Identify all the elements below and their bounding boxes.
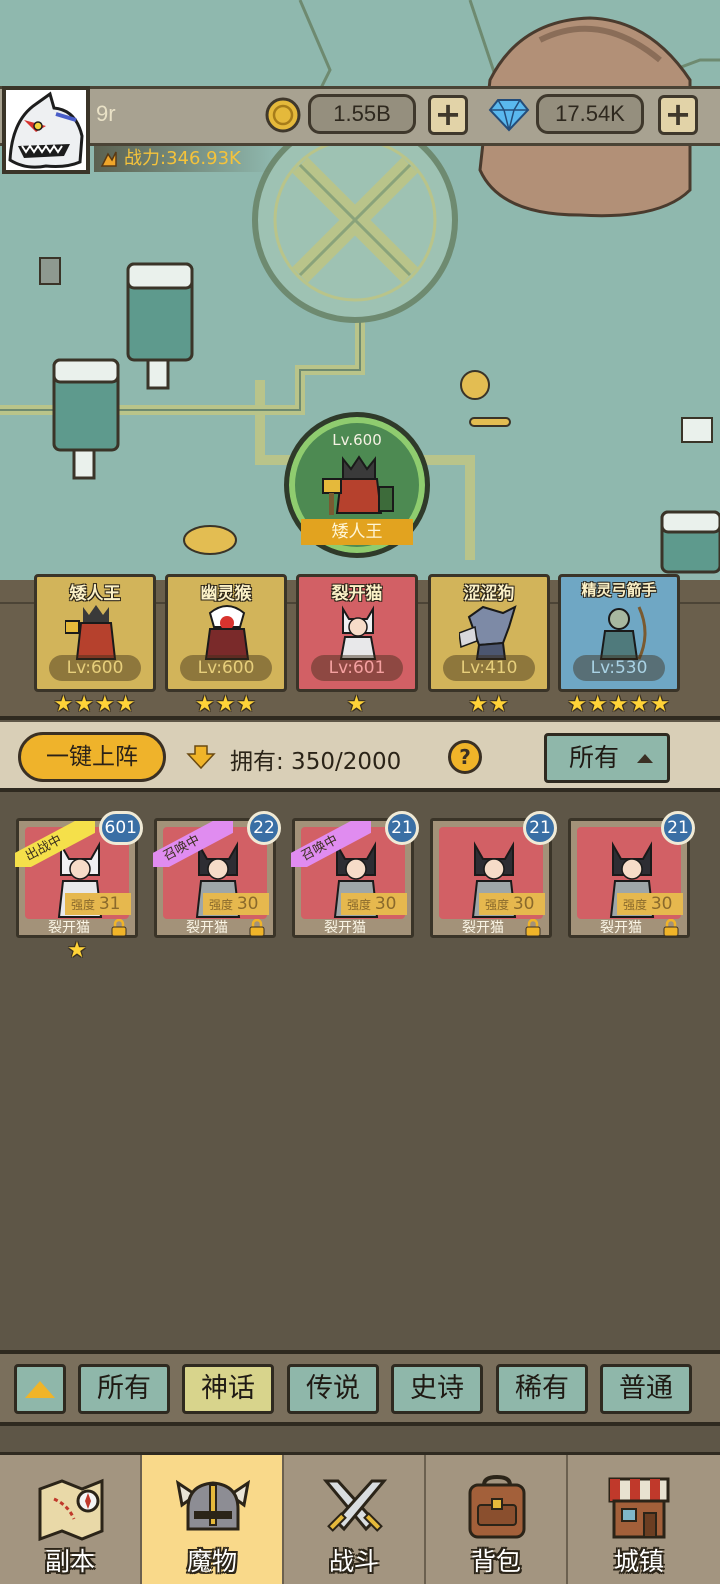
combat-power: 战力:346.93K [94,146,274,172]
rarity-tab-mythic[interactable]: 神话 [182,1364,274,1414]
lineup-slot-name: 精灵弓箭手 [581,581,657,599]
nav-battle[interactable]: 战斗 [284,1455,426,1584]
backpack-icon [468,1475,526,1539]
nav-label: 背包 [470,1547,521,1576]
lock-icon[interactable] [525,919,541,937]
gem-amount: 17.54K [536,94,644,134]
lineup-slot-5[interactable]: 精灵弓箭手 Lv:530 [558,574,680,692]
summoning-ribbon: 召唤中 [291,821,371,867]
add-gold-button[interactable]: + [428,95,468,135]
card-level-badge: 22 [247,811,281,845]
cat-girl-icon [339,605,377,660]
nav-town[interactable]: 城镇 [568,1455,710,1584]
lineup-slot-stars: ★★ [468,692,510,717]
helmet-icon [176,1479,250,1531]
auto-deploy-button[interactable]: 一键上阵 [18,732,166,782]
elf-archer-icon [599,606,647,660]
power-icon [100,151,117,167]
dwarf-king-icon [322,455,394,515]
nav-label: 战斗 [328,1547,379,1576]
werewolf-icon [459,605,517,660]
lock-icon[interactable] [111,919,127,937]
owned-count: 拥有: 350/2000 [230,749,402,775]
caret-up-icon [637,754,653,763]
filter-dropdown[interactable]: 所有 [544,733,670,783]
monster-card-1[interactable]: 出战中 601 强度 31 裂开猫 [15,811,143,938]
help-button[interactable]: ? [448,740,482,774]
diamond-icon [488,99,530,132]
gold-amount: 1.55B [308,94,416,134]
nav-label: 副本 [44,1547,95,1576]
lock-icon[interactable] [249,919,265,937]
card-level-badge: 21 [661,811,695,845]
player-avatar[interactable] [2,86,90,174]
card-strength: 强度 30 [617,893,683,915]
lock-icon[interactable] [663,919,679,937]
featured-name: 矮人王 [301,519,413,545]
map-icon [38,1478,104,1541]
featured-monster[interactable]: Lv.600 矮人王 [284,412,430,558]
rarity-tab-rare[interactable]: 稀有 [496,1364,588,1414]
lineup-slot-level: Lv:410 [443,655,535,681]
rarity-tab-epic[interactable]: 史诗 [391,1364,483,1414]
deployed-ribbon: 出战中 [15,821,95,867]
dwarf-king-icon [65,605,117,660]
lineup-slot-3[interactable]: 裂开猫 Lv:601 [296,574,418,692]
lineup-slot-level: Lv:601 [311,655,403,681]
card-star: ★ [67,938,87,963]
combat-power-value: 战力:346.93K [124,148,241,169]
monster-card-3[interactable]: 召唤中 21 强度 30 裂开猫 [291,811,419,938]
monster-card-4[interactable]: 21 强度 30 裂开猫 [430,811,557,938]
collapse-up-icon[interactable] [14,1364,66,1414]
card-strength: 强度 30 [341,893,407,915]
lineup-slot-4[interactable]: 涩涩狗 Lv:410 [428,574,550,692]
ghost-monkey-icon [204,605,250,660]
player-name: 9r [96,101,116,126]
wolf-portrait-icon [6,90,86,170]
sort-arrow-icon[interactable] [186,744,216,770]
monster-card-2[interactable]: 召唤中 22 强度 30 裂开猫 [153,811,281,938]
lineup-slot-name: 涩涩狗 [463,584,515,604]
lineup-slot-stars: ★★★★★ [567,692,671,717]
lineup-slot-level: Lv:600 [49,655,141,681]
rarity-tab-all[interactable]: 所有 [78,1364,170,1414]
lineup-slot-stars: ★ [346,692,368,717]
lineup-slot-name: 裂开猫 [331,584,383,604]
add-gem-button[interactable]: + [658,95,698,135]
nav-label: 魔物 [186,1547,237,1576]
lineup-slot-name: 幽灵猴 [200,584,252,604]
lineup-slot-stars: ★★★★ [53,692,137,717]
lineup-slot-level: Lv:600 [180,655,272,681]
crossed-swords-icon [322,1479,388,1532]
lineup-slot-1[interactable]: 矮人王 Lv:600 [34,574,156,692]
nav-dungeon[interactable]: 副本 [0,1455,142,1584]
rarity-tab-common[interactable]: 普通 [600,1364,692,1414]
nav-label: 城镇 [613,1547,664,1576]
gold-coin-icon [265,97,301,133]
card-strength: 强度 30 [479,893,545,915]
lineup-slot-level: Lv:530 [573,655,665,681]
house-icon [608,1477,670,1539]
rarity-tab-legendary[interactable]: 传说 [287,1364,379,1414]
card-level-badge: 601 [98,811,143,845]
monster-card-5[interactable]: 21 强度 30 裂开猫 [568,811,695,938]
lineup-slot-name: 矮人王 [69,584,121,604]
summoning-ribbon: 召唤中 [153,821,233,867]
card-name: 裂开猫 [324,920,366,936]
lineup-slot-2[interactable]: 幽灵猴 Lv:600 [165,574,287,692]
lineup-slot-stars: ★★★ [194,692,258,717]
card-level-badge: 21 [385,811,419,845]
nav-backpack[interactable]: 背包 [426,1455,568,1584]
nav-monsters[interactable]: 魔物 [142,1455,284,1584]
card-strength: 强度 31 [65,893,131,915]
featured-level: Lv.600 [332,431,382,449]
card-strength: 强度 30 [203,893,269,915]
card-level-badge: 21 [523,811,557,845]
filter-label: 所有 [569,743,620,772]
